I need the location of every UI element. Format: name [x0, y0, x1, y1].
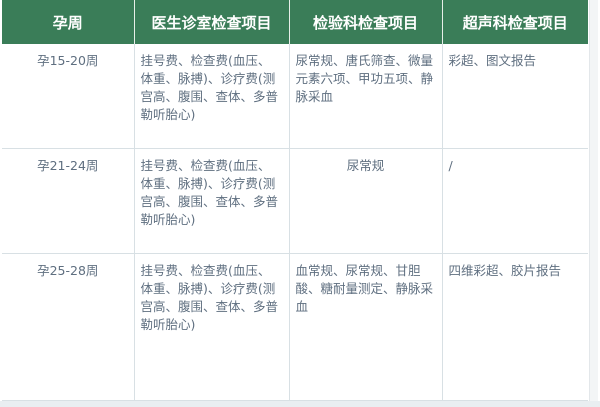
- doctor-cell: 挂号费、检查费(血压、体重、脉搏)、诊疗费(测宫高、腹围、查体、多普勒听胎心): [134, 253, 290, 401]
- header-lab-items: 检验科检查项目: [289, 0, 443, 44]
- header-ultrasound-items: 超声科检查项目: [442, 0, 588, 44]
- prenatal-checkup-table: 孕周 医生诊室检查项目 检验科检查项目 超声科检查项目 孕15-20周 挂号费、…: [2, 0, 588, 401]
- week-cell: 孕15-20周: [2, 44, 135, 149]
- lab-cell: 尿常规、唐氏筛查、微量元素六项、甲功五项、静脉采血: [289, 44, 443, 149]
- ultrasound-cell: 彩超、图文报告: [442, 44, 588, 149]
- table-row: 孕25-28周 挂号费、检查费(血压、体重、脉搏)、诊疗费(测宫高、腹围、查体、…: [2, 253, 588, 401]
- lab-cell: 血常规、尿常规、甘胆酸、糖耐量测定、静脉采血: [289, 253, 443, 401]
- week-cell: 孕25-28周: [2, 253, 135, 401]
- table-header: 孕周 医生诊室检查项目 检验科检查项目 超声科检查项目: [2, 0, 588, 44]
- ultrasound-cell: /: [442, 148, 588, 254]
- lab-cell: 尿常规: [289, 148, 443, 254]
- ultrasound-cell: 四维彩超、胶片报告: [442, 253, 588, 401]
- doctor-cell: 挂号费、检查费(血压、体重、脉搏)、诊疗费(测宫高、腹围、查体、多普勒听胎心): [134, 148, 290, 254]
- doctor-cell: 挂号费、检查费(血压、体重、脉搏)、诊疗费(测宫高、腹围、查体、多普勒听胎心): [134, 44, 290, 149]
- table-row: 孕15-20周 挂号费、检查费(血压、体重、脉搏)、诊疗费(测宫高、腹围、查体、…: [2, 44, 588, 149]
- table-row: 孕21-24周 挂号费、检查费(血压、体重、脉搏)、诊疗费(测宫高、腹围、查体、…: [2, 148, 588, 254]
- vertical-scrollbar[interactable]: [589, 0, 598, 407]
- header-row: 孕周 医生诊室检查项目 检验科检查项目 超声科检查项目: [2, 0, 588, 44]
- bottom-edge: [0, 401, 600, 407]
- table-body: 孕15-20周 挂号费、检查费(血压、体重、脉搏)、诊疗费(测宫高、腹围、查体、…: [2, 44, 588, 401]
- header-week: 孕周: [2, 0, 135, 44]
- page: 孕周 医生诊室检查项目 检验科检查项目 超声科检查项目 孕15-20周 挂号费、…: [0, 0, 600, 407]
- header-doctor-items: 医生诊室检查项目: [134, 0, 290, 44]
- week-cell: 孕21-24周: [2, 148, 135, 254]
